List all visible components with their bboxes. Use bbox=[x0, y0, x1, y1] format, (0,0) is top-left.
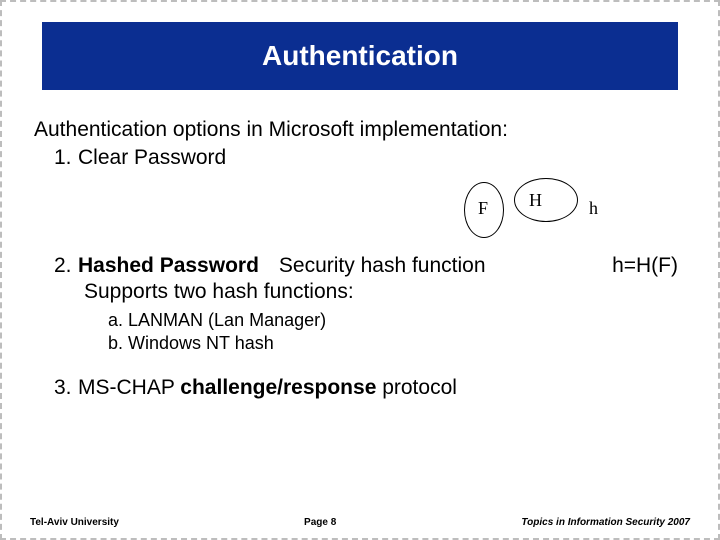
item-3-pre: MS-CHAP bbox=[78, 376, 180, 399]
hash-diagram: F H h bbox=[34, 178, 686, 248]
item-3-strong: challenge/response bbox=[180, 376, 376, 399]
item-2-mid: Security hash function bbox=[279, 254, 486, 278]
node-H-label: H bbox=[529, 190, 542, 211]
item-1-label: Clear Password bbox=[78, 146, 226, 169]
sub-a-label: LANMAN (Lan Manager) bbox=[128, 310, 326, 330]
item-3-post: protocol bbox=[376, 376, 457, 399]
sub-item-b: b. Windows NT hash bbox=[108, 333, 686, 354]
node-F-label: F bbox=[478, 198, 488, 219]
item-2-label: Hashed Password bbox=[78, 254, 259, 277]
sub-b-num: b. bbox=[108, 333, 123, 353]
footer-center: Page 8 bbox=[304, 517, 336, 528]
item-2-lead: 2.Hashed Password bbox=[34, 254, 259, 278]
item-2: 2.Hashed Password Security hash function… bbox=[34, 254, 686, 278]
sub-item-a: a. LANMAN (Lan Manager) bbox=[108, 310, 686, 331]
footer: Tel-Aviv University Page 8 Topics in Inf… bbox=[30, 517, 690, 528]
item-1-num: 1. bbox=[54, 146, 78, 170]
item-2-equation: h=H(F) bbox=[612, 254, 686, 278]
slide-title: Authentication bbox=[42, 22, 678, 90]
slide-body: Authentication options in Microsoft impl… bbox=[30, 118, 690, 400]
output-h-label: h bbox=[589, 198, 598, 219]
item-1: 1.Clear Password bbox=[34, 146, 686, 170]
sub-hash-list: a. LANMAN (Lan Manager) b. Windows NT ha… bbox=[34, 310, 686, 354]
node-H-ellipse bbox=[514, 178, 578, 222]
item-3-num: 3. bbox=[54, 376, 78, 400]
sub-a-num: a. bbox=[108, 310, 123, 330]
intro-text: Authentication options in Microsoft impl… bbox=[34, 118, 686, 142]
item-2-num: 2. bbox=[54, 254, 78, 278]
footer-left: Tel-Aviv University bbox=[30, 517, 119, 528]
item-2-supports: Supports two hash functions: bbox=[34, 280, 686, 304]
sub-b-label: Windows NT hash bbox=[128, 333, 274, 353]
item-3: 3.MS-CHAP challenge/response protocol bbox=[34, 376, 686, 400]
slide-frame: Authentication Authentication options in… bbox=[0, 0, 720, 540]
footer-right: Topics in Information Security 2007 bbox=[521, 517, 690, 528]
